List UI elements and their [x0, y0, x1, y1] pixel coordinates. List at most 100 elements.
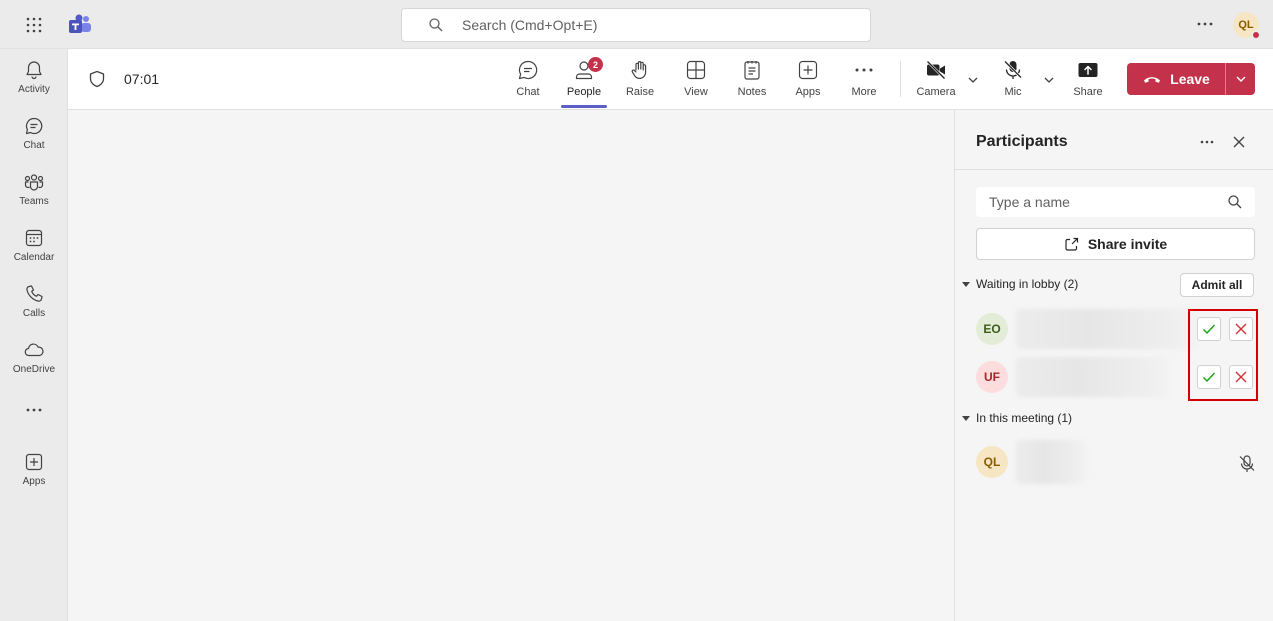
camera-button[interactable]: Camera — [908, 59, 964, 105]
panel-more-options-icon[interactable] — [1195, 132, 1219, 152]
participant-search-input[interactable]: Type a name — [976, 187, 1255, 217]
meeting-participant-row[interactable]: QL — [976, 440, 1256, 484]
more-options-icon[interactable] — [1193, 14, 1217, 34]
chat-button[interactable]: Chat — [500, 59, 556, 105]
redacted-name — [1016, 440, 1086, 484]
panel-divider — [955, 169, 1273, 170]
meeting-section-toggle[interactable]: In this meeting (1) — [962, 409, 1072, 427]
share-invite-button[interactable]: Share invite — [976, 228, 1255, 260]
leave-label: Leave — [1170, 71, 1210, 87]
rail-more-apps-icon[interactable] — [0, 401, 68, 421]
rail-label: Calls — [22, 308, 46, 319]
bell-icon — [26, 61, 42, 80]
plus-square-icon — [798, 60, 818, 80]
share-button[interactable]: Share — [1060, 59, 1116, 105]
active-tab-indicator — [561, 105, 607, 108]
rail-item-chat[interactable]: Chat — [0, 113, 68, 165]
shield-icon[interactable] — [88, 70, 106, 88]
rail-item-teams[interactable]: Teams — [0, 169, 68, 221]
rail-label: Chat — [23, 140, 45, 151]
avatar-initials: EO — [983, 322, 1001, 336]
apps-button[interactable]: Apps — [780, 59, 836, 105]
mic-options-chevron-down-icon[interactable] — [1042, 73, 1056, 87]
caret-down-icon — [962, 282, 970, 287]
rail-item-activity[interactable]: Activity — [0, 57, 68, 109]
rail-item-apps[interactable]: Apps — [0, 449, 68, 501]
tool-label: People — [566, 86, 602, 98]
teams-icon — [24, 174, 44, 191]
people-button[interactable]: 2 People — [556, 57, 612, 105]
rail-item-calls[interactable]: Calls — [0, 281, 68, 333]
hand-icon — [631, 61, 647, 79]
calendar-icon — [25, 229, 43, 247]
leave-main[interactable]: Leave — [1127, 63, 1225, 95]
share-screen-icon — [1078, 63, 1098, 77]
camera-off-icon — [926, 60, 946, 80]
rail-label: Calendar — [13, 252, 55, 263]
close-icon[interactable] — [1229, 132, 1249, 152]
lobby-section-toggle[interactable]: Waiting in lobby (2) — [962, 275, 1078, 293]
toolbar-divider — [900, 61, 901, 97]
tool-label: Notes — [737, 86, 767, 98]
notes-icon — [744, 61, 760, 80]
avatar: UF — [976, 361, 1008, 393]
meeting-timer: 07:01 — [124, 71, 160, 87]
share-icon — [1065, 237, 1078, 251]
admit-all-button[interactable]: Admit all — [1180, 273, 1254, 297]
mic-off-icon — [1239, 455, 1255, 472]
chat-icon — [518, 60, 538, 80]
meeting-toolbar: 07:01 Chat 2 People Raise View Notes App… — [68, 49, 1273, 110]
rail-label: Teams — [19, 196, 49, 207]
more-button[interactable]: More — [836, 59, 892, 105]
avatar: QL — [976, 446, 1008, 478]
people-count-badge: 2 — [588, 57, 603, 72]
participant-search-placeholder: Type a name — [989, 194, 1070, 210]
avatar-initials: QL — [983, 455, 1001, 469]
notes-button[interactable]: Notes — [724, 59, 780, 105]
plus-square-icon — [25, 453, 43, 471]
lobby-header: Waiting in lobby (2) — [976, 277, 1079, 291]
rail-label: OneDrive — [12, 364, 56, 375]
search-placeholder: Search (Cmd+Opt+E) — [462, 17, 598, 33]
chat-icon — [25, 117, 43, 135]
search-input[interactable]: Search (Cmd+Opt+E) — [401, 8, 871, 42]
mic-button[interactable]: Mic — [985, 59, 1041, 105]
more-horizontal-icon — [855, 68, 873, 72]
raise-hand-button[interactable]: Raise — [612, 59, 668, 105]
highlight-box — [1188, 309, 1258, 401]
redacted-name — [1016, 357, 1168, 397]
redacted-name — [1016, 309, 1196, 349]
mic-off-icon — [1004, 60, 1022, 79]
participants-panel: Participants Type a name Share invite Wa… — [954, 110, 1273, 621]
rail-label: Activity — [18, 84, 50, 95]
grid-view-icon — [686, 60, 706, 80]
tool-label: Apps — [795, 86, 821, 98]
panel-title: Participants — [976, 133, 1068, 150]
phone-icon — [26, 285, 43, 302]
leave-button[interactable]: Leave — [1127, 63, 1255, 95]
search-icon — [1228, 195, 1242, 209]
status-busy-icon — [1251, 30, 1261, 40]
user-avatar[interactable]: QL — [1233, 12, 1261, 40]
search-icon — [429, 18, 443, 32]
tool-label: Share — [1073, 86, 1103, 98]
app-launcher-icon[interactable] — [22, 13, 46, 37]
caret-down-icon — [962, 416, 970, 421]
tool-label: More — [851, 86, 877, 98]
avatar-initials: UF — [984, 370, 1000, 384]
rail-label: Apps — [22, 476, 46, 487]
tool-label: Mic — [1004, 86, 1022, 98]
camera-options-chevron-down-icon[interactable] — [966, 73, 980, 87]
leave-options-chevron-down-icon[interactable] — [1226, 63, 1255, 95]
top-bar: Search (Cmd+Opt+E) QL — [0, 0, 1273, 49]
rail-item-onedrive[interactable]: OneDrive — [0, 337, 68, 389]
tool-label: Chat — [516, 86, 540, 98]
tool-label: Raise — [625, 86, 655, 98]
teams-logo-icon — [68, 13, 92, 37]
meeting-stage — [68, 110, 954, 621]
view-button[interactable]: View — [668, 59, 724, 105]
cloud-icon — [24, 343, 44, 357]
tool-label: View — [684, 86, 708, 98]
rail-item-calendar[interactable]: Calendar — [0, 225, 68, 277]
share-invite-label: Share invite — [1087, 236, 1168, 252]
